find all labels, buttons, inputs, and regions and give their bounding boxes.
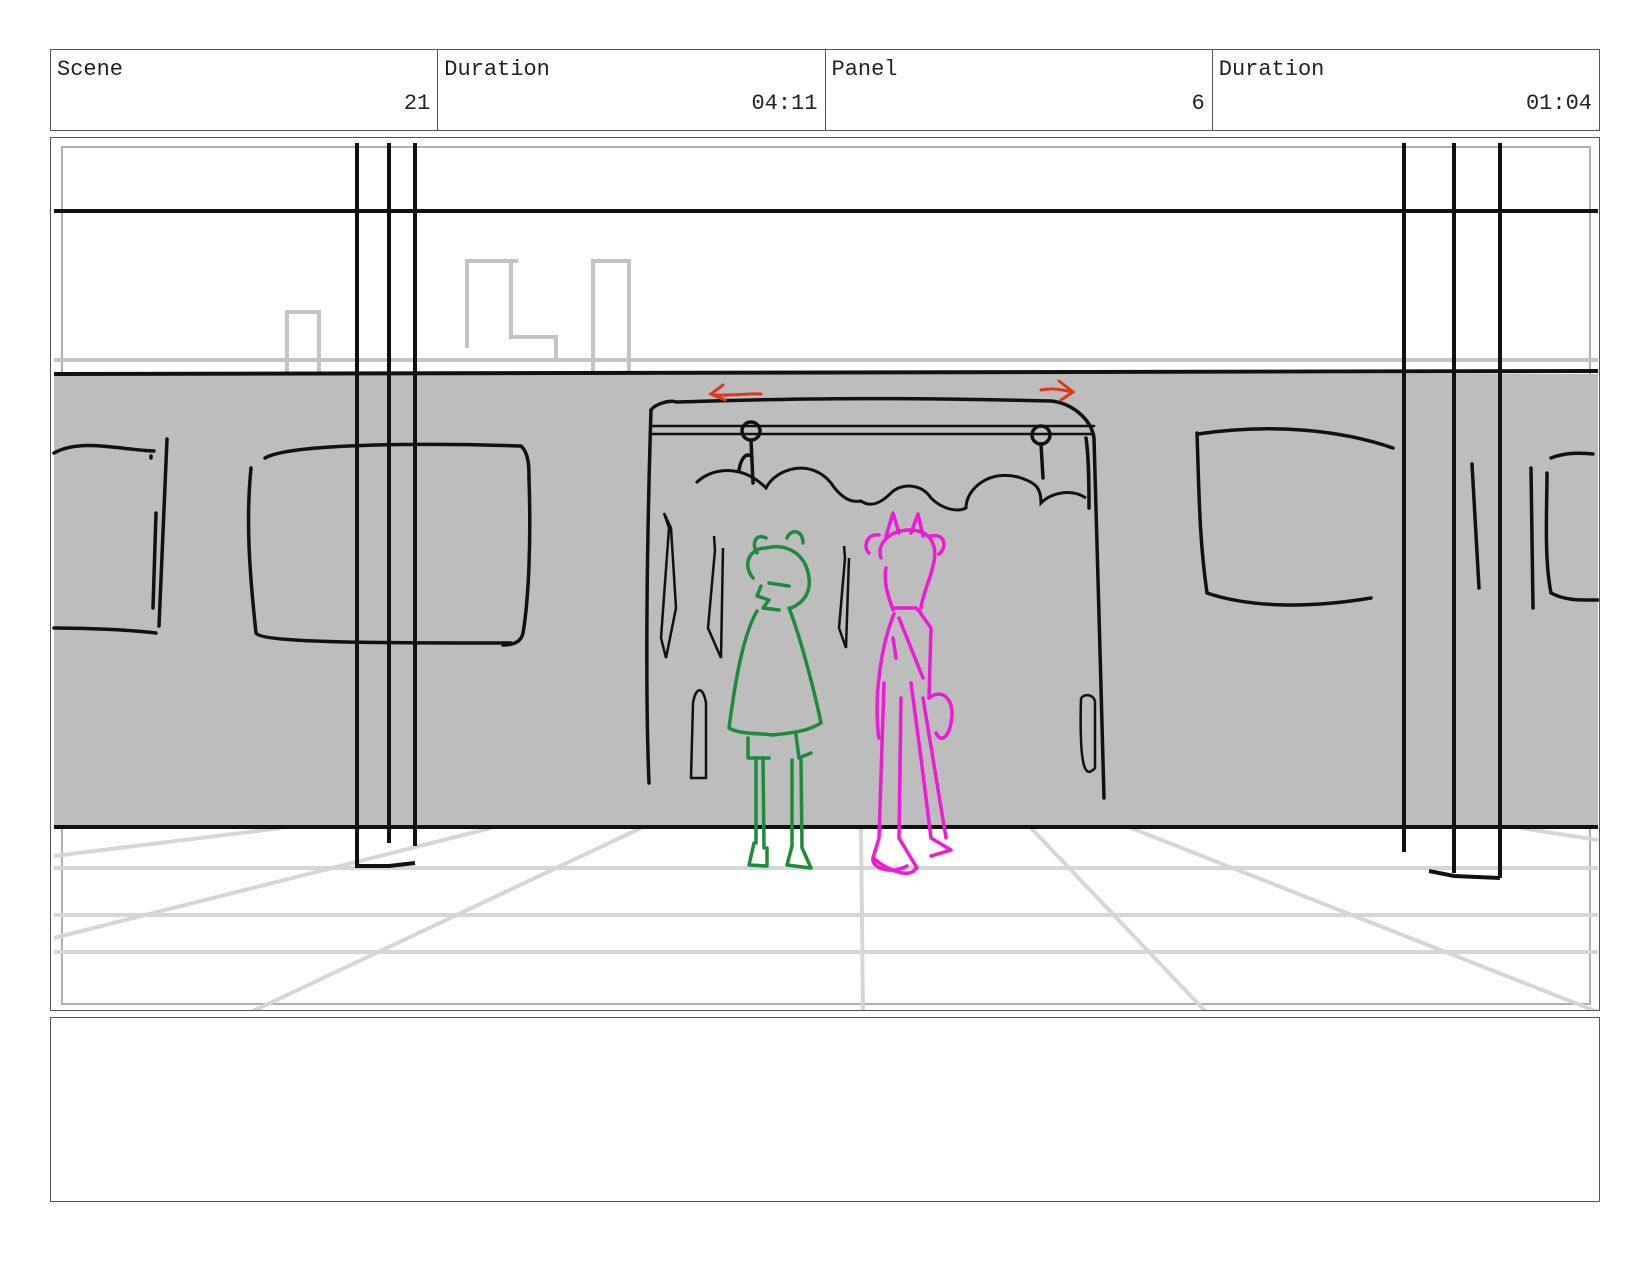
floor-grid — [53, 826, 1599, 1010]
scene-duration-cell: Duration 04:11 — [438, 50, 826, 130]
panel-duration-value: 01:04 — [1525, 91, 1592, 116]
notes-box — [50, 1017, 1600, 1202]
scene-duration-label: Duration — [444, 57, 550, 82]
storyboard-header: Scene 21 Duration 04:11 Panel 6 Duration… — [50, 49, 1600, 131]
scene-label: Scene — [57, 57, 124, 82]
panel-duration-cell: Duration 01:04 — [1213, 50, 1599, 130]
panel-cell: Panel 6 — [826, 50, 1213, 130]
panel-label: Panel — [831, 57, 898, 82]
panel-sketch — [52, 143, 1599, 1010]
scene-cell: Scene 21 — [51, 50, 439, 130]
panel-value: 6 — [1191, 91, 1205, 116]
background-buildings — [54, 259, 1598, 372]
storyboard-panel-frame — [50, 137, 1600, 1011]
scene-value: 21 — [403, 91, 431, 116]
panel-duration-label: Duration — [1218, 57, 1325, 82]
scene-duration-value: 04:11 — [751, 91, 818, 116]
